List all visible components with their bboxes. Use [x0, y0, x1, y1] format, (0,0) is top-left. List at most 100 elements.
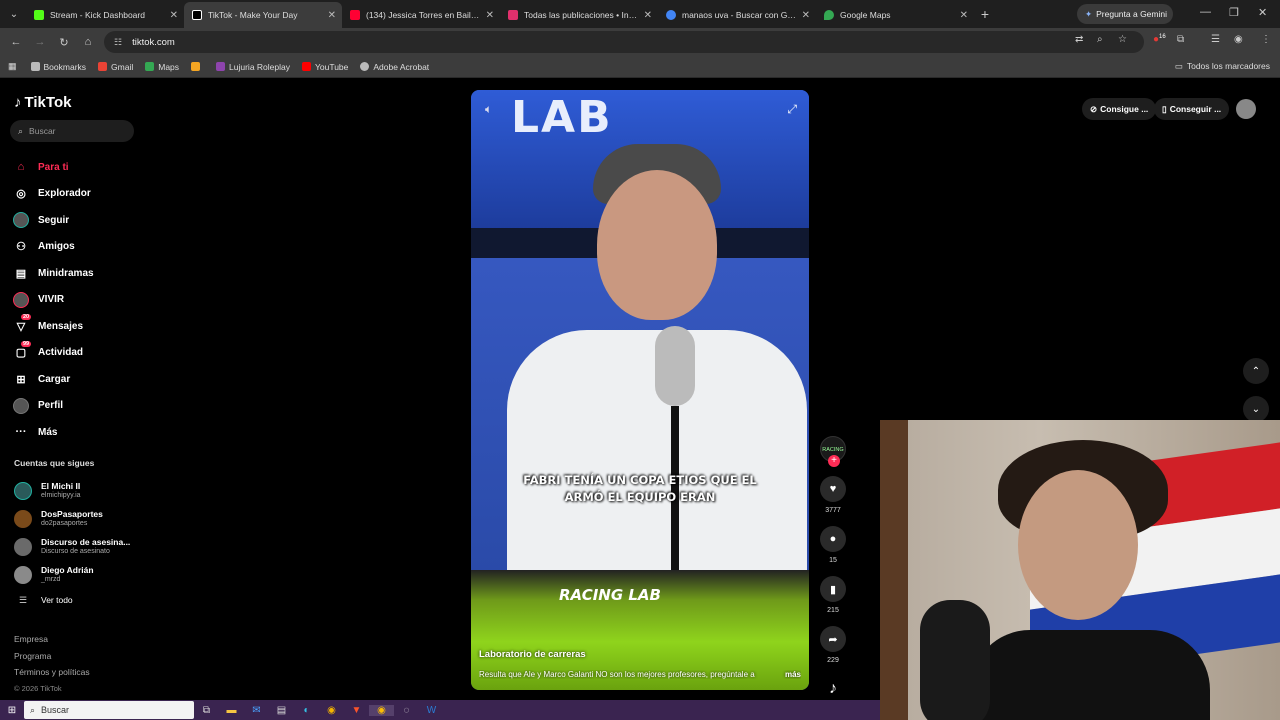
windows-start-icon[interactable]: ⊞: [0, 705, 24, 716]
heart-icon[interactable]: ♥: [820, 476, 846, 502]
tiktok-sound-icon[interactable]: ♪: [818, 680, 848, 698]
tab-search-icon[interactable]: ⌄: [2, 4, 26, 24]
file-explorer-icon[interactable]: ▬: [219, 705, 244, 716]
nav-item-seguir[interactable]: Seguir: [12, 207, 162, 234]
footer-link-empresa[interactable]: Empresa: [14, 631, 90, 648]
chevron-down-icon[interactable]: ⌄: [1243, 396, 1269, 422]
new-tab-icon[interactable]: +: [974, 6, 996, 22]
translate-icon[interactable]: ⇄: [1075, 34, 1083, 45]
see-all-link[interactable]: ☰ Ver todo: [14, 591, 154, 609]
brave-icon[interactable]: ▼: [344, 705, 369, 716]
nav-item-cargar[interactable]: ⊞ Cargar: [12, 366, 162, 393]
obs-icon[interactable]: ◌: [394, 705, 419, 716]
following-account[interactable]: El Michi II elmichipyy.ia: [14, 477, 154, 505]
bookmark-item[interactable]: Adobe Acrobat: [360, 62, 429, 72]
like-action[interactable]: ♥ 3777: [818, 476, 848, 516]
close-icon[interactable]: ✕: [170, 10, 178, 21]
word-icon[interactable]: W: [419, 705, 444, 716]
footer-link-programa[interactable]: Programa: [14, 648, 90, 665]
video-author[interactable]: Laboratorio de carreras: [479, 649, 586, 660]
browser-toolbar: ← → ↻ ⌂ ☷ tiktok.com ⇄ ⌕ ☆ ●16 ⧉ ☰ ◉ ⋮: [0, 28, 1280, 56]
nav-item-vivir[interactable]: VIVIR: [12, 287, 162, 314]
close-icon[interactable]: ✕: [328, 10, 336, 21]
bookmark-label: Adobe Acrobat: [373, 61, 430, 72]
chrome-icon[interactable]: ◉: [319, 705, 344, 716]
task-view-icon[interactable]: ⧉: [194, 705, 219, 716]
footer-link-terminos[interactable]: Términos y políticas: [14, 664, 90, 681]
search-input[interactable]: ⌕ Buscar: [10, 120, 134, 142]
nav-item-explorador[interactable]: ◎ Explorador: [12, 181, 162, 208]
reload-icon[interactable]: ↻: [52, 36, 76, 49]
fullscreen-icon[interactable]: ⤢: [787, 102, 797, 117]
bookmark-item[interactable]: YouTube: [301, 62, 348, 72]
mute-icon[interactable]: 🔈︎: [485, 102, 492, 117]
share-icon[interactable]: ➦: [820, 626, 846, 652]
bookmark-star-icon[interactable]: ☆: [1118, 34, 1127, 45]
tiktok-logo[interactable]: ♪ TikTok: [14, 94, 71, 111]
nav-item-mas[interactable]: ··· Más: [12, 419, 162, 446]
get-app-button[interactable]: ▯ Conseguir ...: [1154, 98, 1230, 120]
bookmark-item[interactable]: Bookmarks: [30, 62, 86, 72]
outlook-icon[interactable]: ✉: [244, 705, 269, 716]
address-bar[interactable]: ☷ tiktok.com: [104, 31, 1144, 53]
save-action[interactable]: ▮ 215: [818, 576, 848, 616]
share-action[interactable]: ➦ 229: [818, 626, 848, 666]
site-info-icon[interactable]: ☷: [114, 37, 122, 48]
gemini-button[interactable]: ✦ Pregunta a Gemini: [1077, 4, 1173, 24]
following-account[interactable]: Discurso de asesina... Discurso de asesin…: [14, 533, 154, 561]
chrome-active-icon[interactable]: ◉: [369, 704, 394, 716]
close-icon[interactable]: ✕: [486, 10, 494, 21]
forward-icon[interactable]: →: [28, 36, 52, 48]
menu-kebab-icon[interactable]: ⋮: [1261, 34, 1271, 45]
following-account[interactable]: Diego Adrián _mrzd: [14, 561, 154, 589]
apps-grid-icon[interactable]: ▦: [8, 61, 17, 72]
profile-avatar[interactable]: [1236, 99, 1256, 119]
more-link[interactable]: más: [785, 670, 801, 679]
save-count: 215: [827, 607, 839, 614]
browser-tab-active[interactable]: TikTok - Make Your Day ✕: [184, 2, 342, 28]
search-icon: ⌕: [30, 704, 36, 715]
back-icon[interactable]: ←: [4, 36, 28, 48]
chevron-up-icon[interactable]: ⌃: [1243, 358, 1269, 384]
notes-icon[interactable]: ▤: [269, 705, 294, 716]
bookmark-item[interactable]: Gmail: [98, 62, 133, 72]
nav-item-perfil[interactable]: Perfil: [12, 393, 162, 420]
following-account[interactable]: DosPasaportes do2pasaportes: [14, 505, 154, 533]
creator-avatar[interactable]: RACING +: [820, 436, 846, 467]
messages-icon: ▽: [16, 320, 26, 333]
browser-tab[interactable]: Google Maps ✕: [816, 2, 974, 28]
bookmark-item[interactable]: Lujuria Roleplay: [216, 62, 290, 72]
browser-tab[interactable]: Stream - Kick Dashboard ✕: [26, 2, 184, 28]
browser-tab[interactable]: Todas las publicaciones • Instag ✕: [500, 2, 658, 28]
comment-icon[interactable]: ●: [820, 526, 846, 552]
nav-item-amigos[interactable]: ⚇ Amigos: [12, 234, 162, 261]
nav-item-mensajes[interactable]: ▽ 20 Mensajes: [12, 313, 162, 340]
bookmark-icon[interactable]: ▮: [820, 576, 846, 602]
profile-avatar-icon[interactable]: ◉: [1234, 34, 1243, 45]
close-window-icon[interactable]: ✕: [1258, 6, 1267, 19]
video-player[interactable]: LAB FABRI TENÍA UN COPA ETIOS QUE EL ARM…: [471, 90, 809, 690]
browser-tab[interactable]: manaos uva - Buscar con Goog ✕: [658, 2, 816, 28]
comment-action[interactable]: ● 15: [818, 526, 848, 566]
follow-plus-icon[interactable]: +: [828, 455, 840, 467]
extensions-puzzle-icon[interactable]: ⧉: [1177, 34, 1184, 45]
reading-list-icon[interactable]: ☰: [1211, 34, 1220, 45]
nav-item-minidramas[interactable]: ▤ Minidramas: [12, 260, 162, 287]
browser-tab[interactable]: (134) Jessica Torres en Baila con ✕: [342, 2, 500, 28]
close-icon[interactable]: ✕: [644, 10, 652, 21]
nav-item-actividad[interactable]: ▢ 99 Actividad: [12, 340, 162, 367]
minimize-icon[interactable]: —: [1200, 6, 1211, 18]
maximize-icon[interactable]: ❐: [1229, 6, 1239, 19]
extension-icon[interactable]: ●16: [1153, 34, 1166, 45]
home-browser-icon[interactable]: ⌂: [76, 36, 100, 48]
get-coins-button[interactable]: ⊘ Consigue ...: [1082, 98, 1157, 120]
close-icon[interactable]: ✕: [960, 10, 968, 21]
all-bookmarks-button[interactable]: ▭ Todos los marcadores: [1175, 61, 1270, 72]
bookmark-item[interactable]: Maps: [145, 62, 179, 72]
taskbar-search-input[interactable]: ⌕ Buscar: [24, 701, 194, 719]
bookmark-item[interactable]: [191, 62, 204, 71]
zoom-icon[interactable]: ⌕: [1097, 34, 1103, 45]
nav-item-para-ti[interactable]: ⌂ Para ti: [12, 154, 162, 181]
close-icon[interactable]: ✕: [802, 10, 810, 21]
edge-icon[interactable]: ◐: [294, 705, 319, 716]
